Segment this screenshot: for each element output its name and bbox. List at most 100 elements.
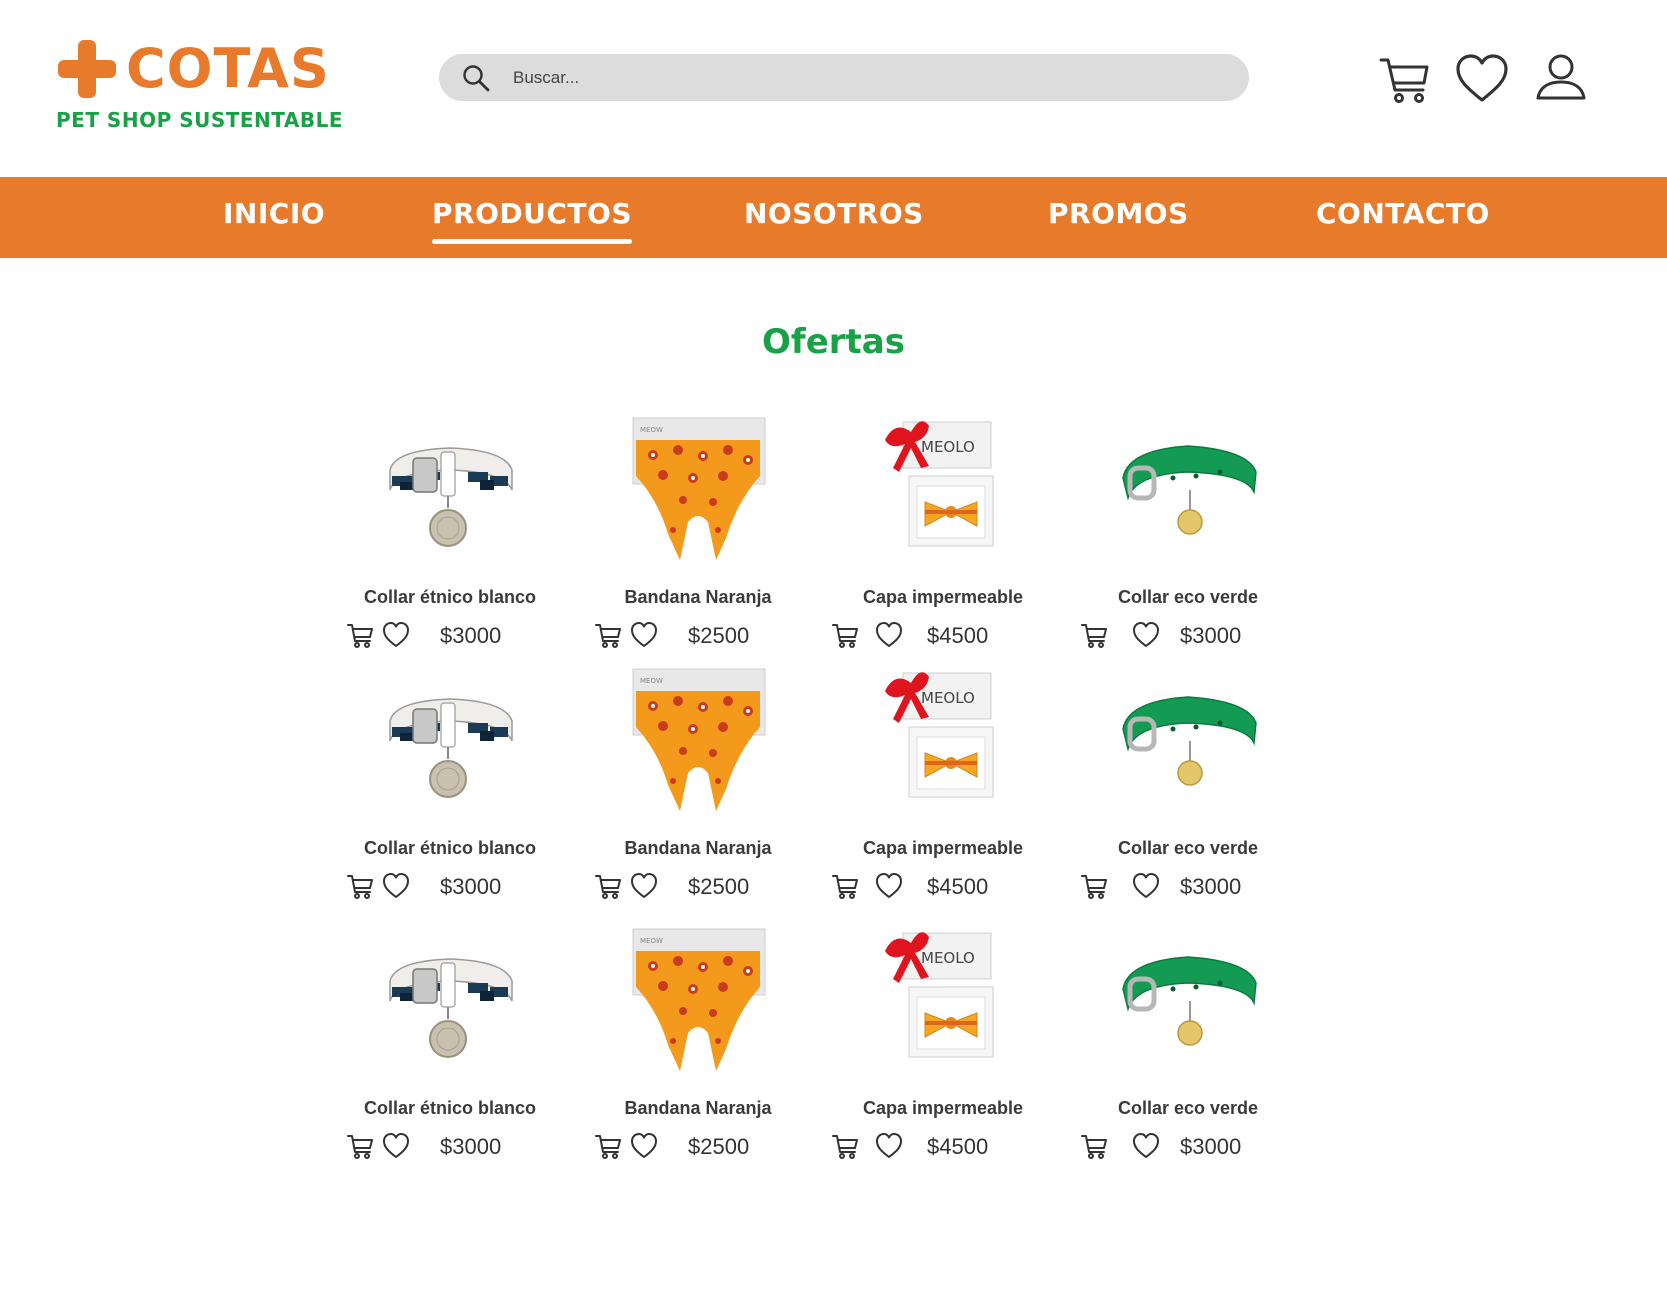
- main-nav: INICIO PRODUCTOS NOSOTROS PROMOS CONTACT…: [0, 177, 1667, 258]
- product-actions: $3000: [340, 869, 560, 905]
- product-image[interactable]: MEOLO: [833, 410, 1053, 580]
- product-image[interactable]: MEOW: [588, 921, 808, 1091]
- favorite-icon[interactable]: [630, 621, 658, 649]
- product-name[interactable]: Collar eco verde: [1078, 1098, 1298, 1119]
- product-image[interactable]: [1078, 410, 1298, 580]
- cart-icon[interactable]: [1378, 52, 1432, 106]
- nav-contacto[interactable]: CONTACTO: [1316, 197, 1490, 230]
- svg-text:MEOW: MEOW: [640, 937, 663, 945]
- product-image[interactable]: [1078, 661, 1298, 831]
- product-card[interactable]: MEOW Bandana Naranja $2500: [588, 661, 808, 901]
- nav-productos[interactable]: PRODUCTOS: [432, 197, 632, 244]
- product-actions: $3000: [1078, 618, 1298, 654]
- product-card[interactable]: Collar eco verde $3000: [1078, 661, 1298, 901]
- product-price: $3000: [440, 1134, 502, 1159]
- favorite-icon[interactable]: [1132, 1132, 1160, 1160]
- nav-nosotros[interactable]: NOSOTROS: [744, 197, 924, 230]
- svg-text:MEOW: MEOW: [640, 677, 663, 685]
- product-actions: $4500: [831, 618, 1053, 654]
- section-title: Ofertas: [762, 322, 905, 362]
- search-icon[interactable]: [461, 63, 491, 93]
- product-card[interactable]: MEOLO Capa impermeable $4500: [832, 921, 1053, 1161]
- search-input[interactable]: [513, 57, 1213, 98]
- product-image[interactable]: [340, 410, 560, 580]
- add-to-cart-icon[interactable]: [594, 621, 622, 649]
- add-to-cart-icon[interactable]: [831, 621, 859, 649]
- favorite-icon[interactable]: [630, 872, 658, 900]
- product-price: $3000: [440, 623, 502, 648]
- product-image[interactable]: MEOW: [588, 661, 808, 831]
- product-card[interactable]: MEOLO Capa impermeable $4500: [832, 410, 1053, 650]
- product-image[interactable]: MEOW: [588, 410, 808, 580]
- product-card[interactable]: MEOLO Capa impermeable $4500: [831, 661, 1053, 901]
- svg-text:MEOLO: MEOLO: [921, 438, 975, 456]
- add-to-cart-icon[interactable]: [346, 621, 374, 649]
- brand-tagline: PET SHOP SUSTENTABLE: [56, 108, 344, 132]
- favorite-icon[interactable]: [1132, 621, 1160, 649]
- product-price: $4500: [927, 874, 989, 899]
- product-actions: $3000: [340, 618, 560, 654]
- product-card[interactable]: Collar étnico blanco $3000: [340, 661, 560, 901]
- product-price: $3000: [1180, 623, 1242, 648]
- add-to-cart-icon[interactable]: [594, 872, 622, 900]
- add-to-cart-icon[interactable]: [831, 1132, 859, 1160]
- favorite-icon[interactable]: [1132, 872, 1160, 900]
- favorite-icon[interactable]: [875, 1132, 903, 1160]
- product-name[interactable]: Capa impermeable: [833, 587, 1053, 608]
- product-price: $4500: [927, 1134, 989, 1159]
- product-image[interactable]: MEOLO: [833, 921, 1053, 1091]
- product-name[interactable]: Collar étnico blanco: [340, 1098, 560, 1119]
- nav-inicio[interactable]: INICIO: [223, 197, 325, 230]
- product-card[interactable]: MEOW Bandana Naranja $2500: [588, 410, 808, 650]
- add-to-cart-icon[interactable]: [1080, 621, 1108, 649]
- add-to-cart-icon[interactable]: [1080, 1132, 1108, 1160]
- add-to-cart-icon[interactable]: [346, 872, 374, 900]
- svg-text:MEOLO: MEOLO: [921, 949, 975, 967]
- add-to-cart-icon[interactable]: [346, 1132, 374, 1160]
- product-price: $3000: [1180, 874, 1242, 899]
- product-actions: $2500: [588, 618, 808, 654]
- product-name[interactable]: Capa impermeable: [833, 1098, 1053, 1119]
- svg-text:MEOW: MEOW: [640, 426, 663, 434]
- product-card[interactable]: MEOW Bandana Naranja $2500: [588, 921, 808, 1161]
- nav-promos[interactable]: PROMOS: [1048, 197, 1189, 230]
- add-to-cart-icon[interactable]: [831, 872, 859, 900]
- product-card[interactable]: Collar eco verde $3000: [1078, 921, 1298, 1161]
- heart-icon[interactable]: [1455, 52, 1509, 106]
- product-name[interactable]: Collar étnico blanco: [340, 587, 560, 608]
- favorite-icon[interactable]: [382, 872, 410, 900]
- brand: COTAS: [56, 38, 330, 100]
- add-to-cart-icon[interactable]: [1080, 872, 1108, 900]
- product-name[interactable]: Bandana Naranja: [588, 838, 808, 859]
- product-name[interactable]: Collar étnico blanco: [340, 838, 560, 859]
- product-name[interactable]: Collar eco verde: [1078, 838, 1298, 859]
- brand-name: COTAS: [126, 37, 330, 100]
- product-price: $2500: [688, 874, 750, 899]
- favorite-icon[interactable]: [875, 872, 903, 900]
- product-actions: $3000: [1078, 869, 1298, 905]
- logo[interactable]: COTAS PET SHOP SUSTENTABLE: [56, 38, 343, 138]
- search-bar: [439, 54, 1249, 101]
- add-to-cart-icon[interactable]: [594, 1132, 622, 1160]
- product-actions: $2500: [588, 1129, 808, 1165]
- plus-icon: [56, 38, 118, 100]
- product-image[interactable]: MEOLO: [833, 661, 1053, 831]
- product-price: $2500: [688, 1134, 750, 1159]
- product-image[interactable]: [340, 661, 560, 831]
- product-actions: $3000: [1078, 1129, 1298, 1165]
- product-name[interactable]: Collar eco verde: [1078, 587, 1298, 608]
- product-card[interactable]: Collar étnico blanco $3000: [340, 410, 560, 650]
- product-image[interactable]: [1078, 921, 1298, 1091]
- product-name[interactable]: Bandana Naranja: [588, 587, 808, 608]
- product-card[interactable]: Collar étnico blanco $3000: [340, 921, 560, 1161]
- favorite-icon[interactable]: [382, 1132, 410, 1160]
- product-name[interactable]: Capa impermeable: [833, 838, 1053, 859]
- favorite-icon[interactable]: [630, 1132, 658, 1160]
- product-actions: $4500: [831, 1129, 1053, 1165]
- product-name[interactable]: Bandana Naranja: [588, 1098, 808, 1119]
- user-icon[interactable]: [1534, 52, 1588, 106]
- product-card[interactable]: Collar eco verde $3000: [1078, 410, 1298, 650]
- product-image[interactable]: [340, 921, 560, 1091]
- favorite-icon[interactable]: [875, 621, 903, 649]
- favorite-icon[interactable]: [382, 621, 410, 649]
